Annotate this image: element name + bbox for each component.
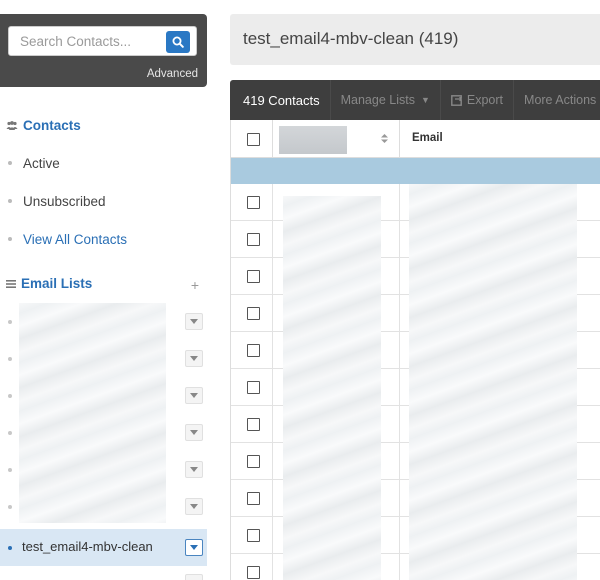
redacted-email-column: [409, 184, 577, 580]
active-list-label: test_email4-mbv-clean: [22, 539, 153, 554]
column-header-email[interactable]: Email: [412, 132, 443, 144]
chevron-down-icon: [190, 393, 198, 398]
list-item[interactable]: [0, 488, 207, 525]
list-item[interactable]: [0, 414, 207, 451]
row-checkbox[interactable]: [247, 344, 260, 357]
bullet: [8, 546, 12, 550]
list-item-active[interactable]: test_email4-mbv-clean: [0, 529, 207, 566]
divider: [399, 120, 400, 158]
email-lists-section-label: Email Lists: [21, 276, 93, 291]
email-lists-section-header[interactable]: Email Lists: [6, 276, 92, 291]
row-checkbox[interactable]: [247, 233, 260, 246]
row-checkbox[interactable]: [247, 492, 260, 505]
row-checkbox[interactable]: [247, 455, 260, 468]
row-checkbox[interactable]: [247, 566, 260, 579]
chevron-down-icon: [190, 467, 198, 472]
list-item[interactable]: [0, 571, 207, 580]
list-options-button[interactable]: [185, 498, 203, 515]
list-item[interactable]: [0, 303, 207, 340]
contacts-section-header[interactable]: Contacts: [6, 118, 81, 133]
search-button[interactable]: [166, 31, 190, 53]
sidebar-item-active[interactable]: Active: [0, 145, 207, 181]
contacts-section-label: Contacts: [23, 118, 81, 133]
contact-count: 419 Contacts: [243, 92, 320, 108]
chevron-down-icon: [190, 356, 198, 361]
chevron-down-icon: [190, 545, 198, 550]
export-icon: [450, 94, 462, 106]
redacted-column-header: [279, 126, 347, 154]
bullet: [8, 199, 12, 203]
bullet: [8, 394, 12, 398]
bullet: [8, 431, 12, 435]
more-actions-label: More Actions: [524, 93, 597, 107]
more-actions-button[interactable]: More Actions: [513, 80, 600, 120]
users-icon: [6, 120, 18, 131]
add-list-button[interactable]: +: [186, 276, 204, 294]
bullet: [8, 505, 12, 509]
advanced-search-link[interactable]: Advanced: [147, 68, 198, 80]
list-options-button[interactable]: [185, 461, 203, 478]
row-checkbox[interactable]: [247, 307, 260, 320]
bullet: [8, 161, 12, 165]
list-options-button[interactable]: [185, 313, 203, 330]
manage-lists-label: Manage Lists: [340, 93, 415, 107]
bullet: [8, 320, 12, 324]
chevron-down-icon: [190, 504, 198, 509]
manage-lists-button[interactable]: Manage Lists ▼: [329, 80, 440, 120]
chevron-down-icon: [190, 319, 198, 324]
sidebar-item-label: Active: [23, 155, 60, 171]
list-options-button[interactable]: [185, 387, 203, 404]
sidebar-item-label: Unsubscribed: [23, 193, 106, 209]
list-options-button[interactable]: [185, 574, 203, 580]
contacts-toolbar: 419 Contacts Manage Lists ▼ Export More …: [230, 80, 600, 120]
sidebar-item-view-all-contacts[interactable]: View All Contacts: [0, 221, 207, 257]
chevron-down-icon: [190, 430, 198, 435]
export-label: Export: [466, 93, 504, 107]
search-panel: Advanced: [0, 14, 207, 87]
export-button[interactable]: Export: [439, 80, 513, 120]
row-checkbox[interactable]: [247, 381, 260, 394]
bullet: [8, 237, 12, 241]
caret-down-icon: ▼: [420, 95, 430, 105]
list-item[interactable]: [0, 377, 207, 414]
sort-icon[interactable]: [381, 134, 388, 143]
divider: [272, 120, 273, 158]
bullet: [8, 468, 12, 472]
page-title: test_email4-mbv-clean (419): [243, 29, 459, 48]
grid-header: Email: [231, 120, 600, 158]
bullet: [8, 357, 12, 361]
row-checkbox[interactable]: [247, 270, 260, 283]
row-checkbox[interactable]: [247, 196, 260, 209]
list-item[interactable]: [0, 340, 207, 377]
contacts-grid: Email: [230, 120, 600, 580]
list-title-bar: test_email4-mbv-clean (419): [230, 14, 600, 65]
list-options-button[interactable]: [185, 424, 203, 441]
sidebar-item-label: View All Contacts: [23, 231, 128, 247]
row-checkbox[interactable]: [247, 418, 260, 431]
redacted-name-column: [283, 196, 381, 580]
list-icon: [6, 279, 16, 289]
search-icon: [172, 36, 184, 48]
select-all-checkbox[interactable]: [247, 133, 260, 146]
row-checkbox[interactable]: [247, 529, 260, 542]
group-header-row: [231, 158, 600, 184]
sidebar-item-unsubscribed[interactable]: Unsubscribed: [0, 183, 207, 219]
list-item[interactable]: [0, 451, 207, 488]
list-options-button[interactable]: [185, 539, 203, 556]
list-options-button[interactable]: [185, 350, 203, 367]
